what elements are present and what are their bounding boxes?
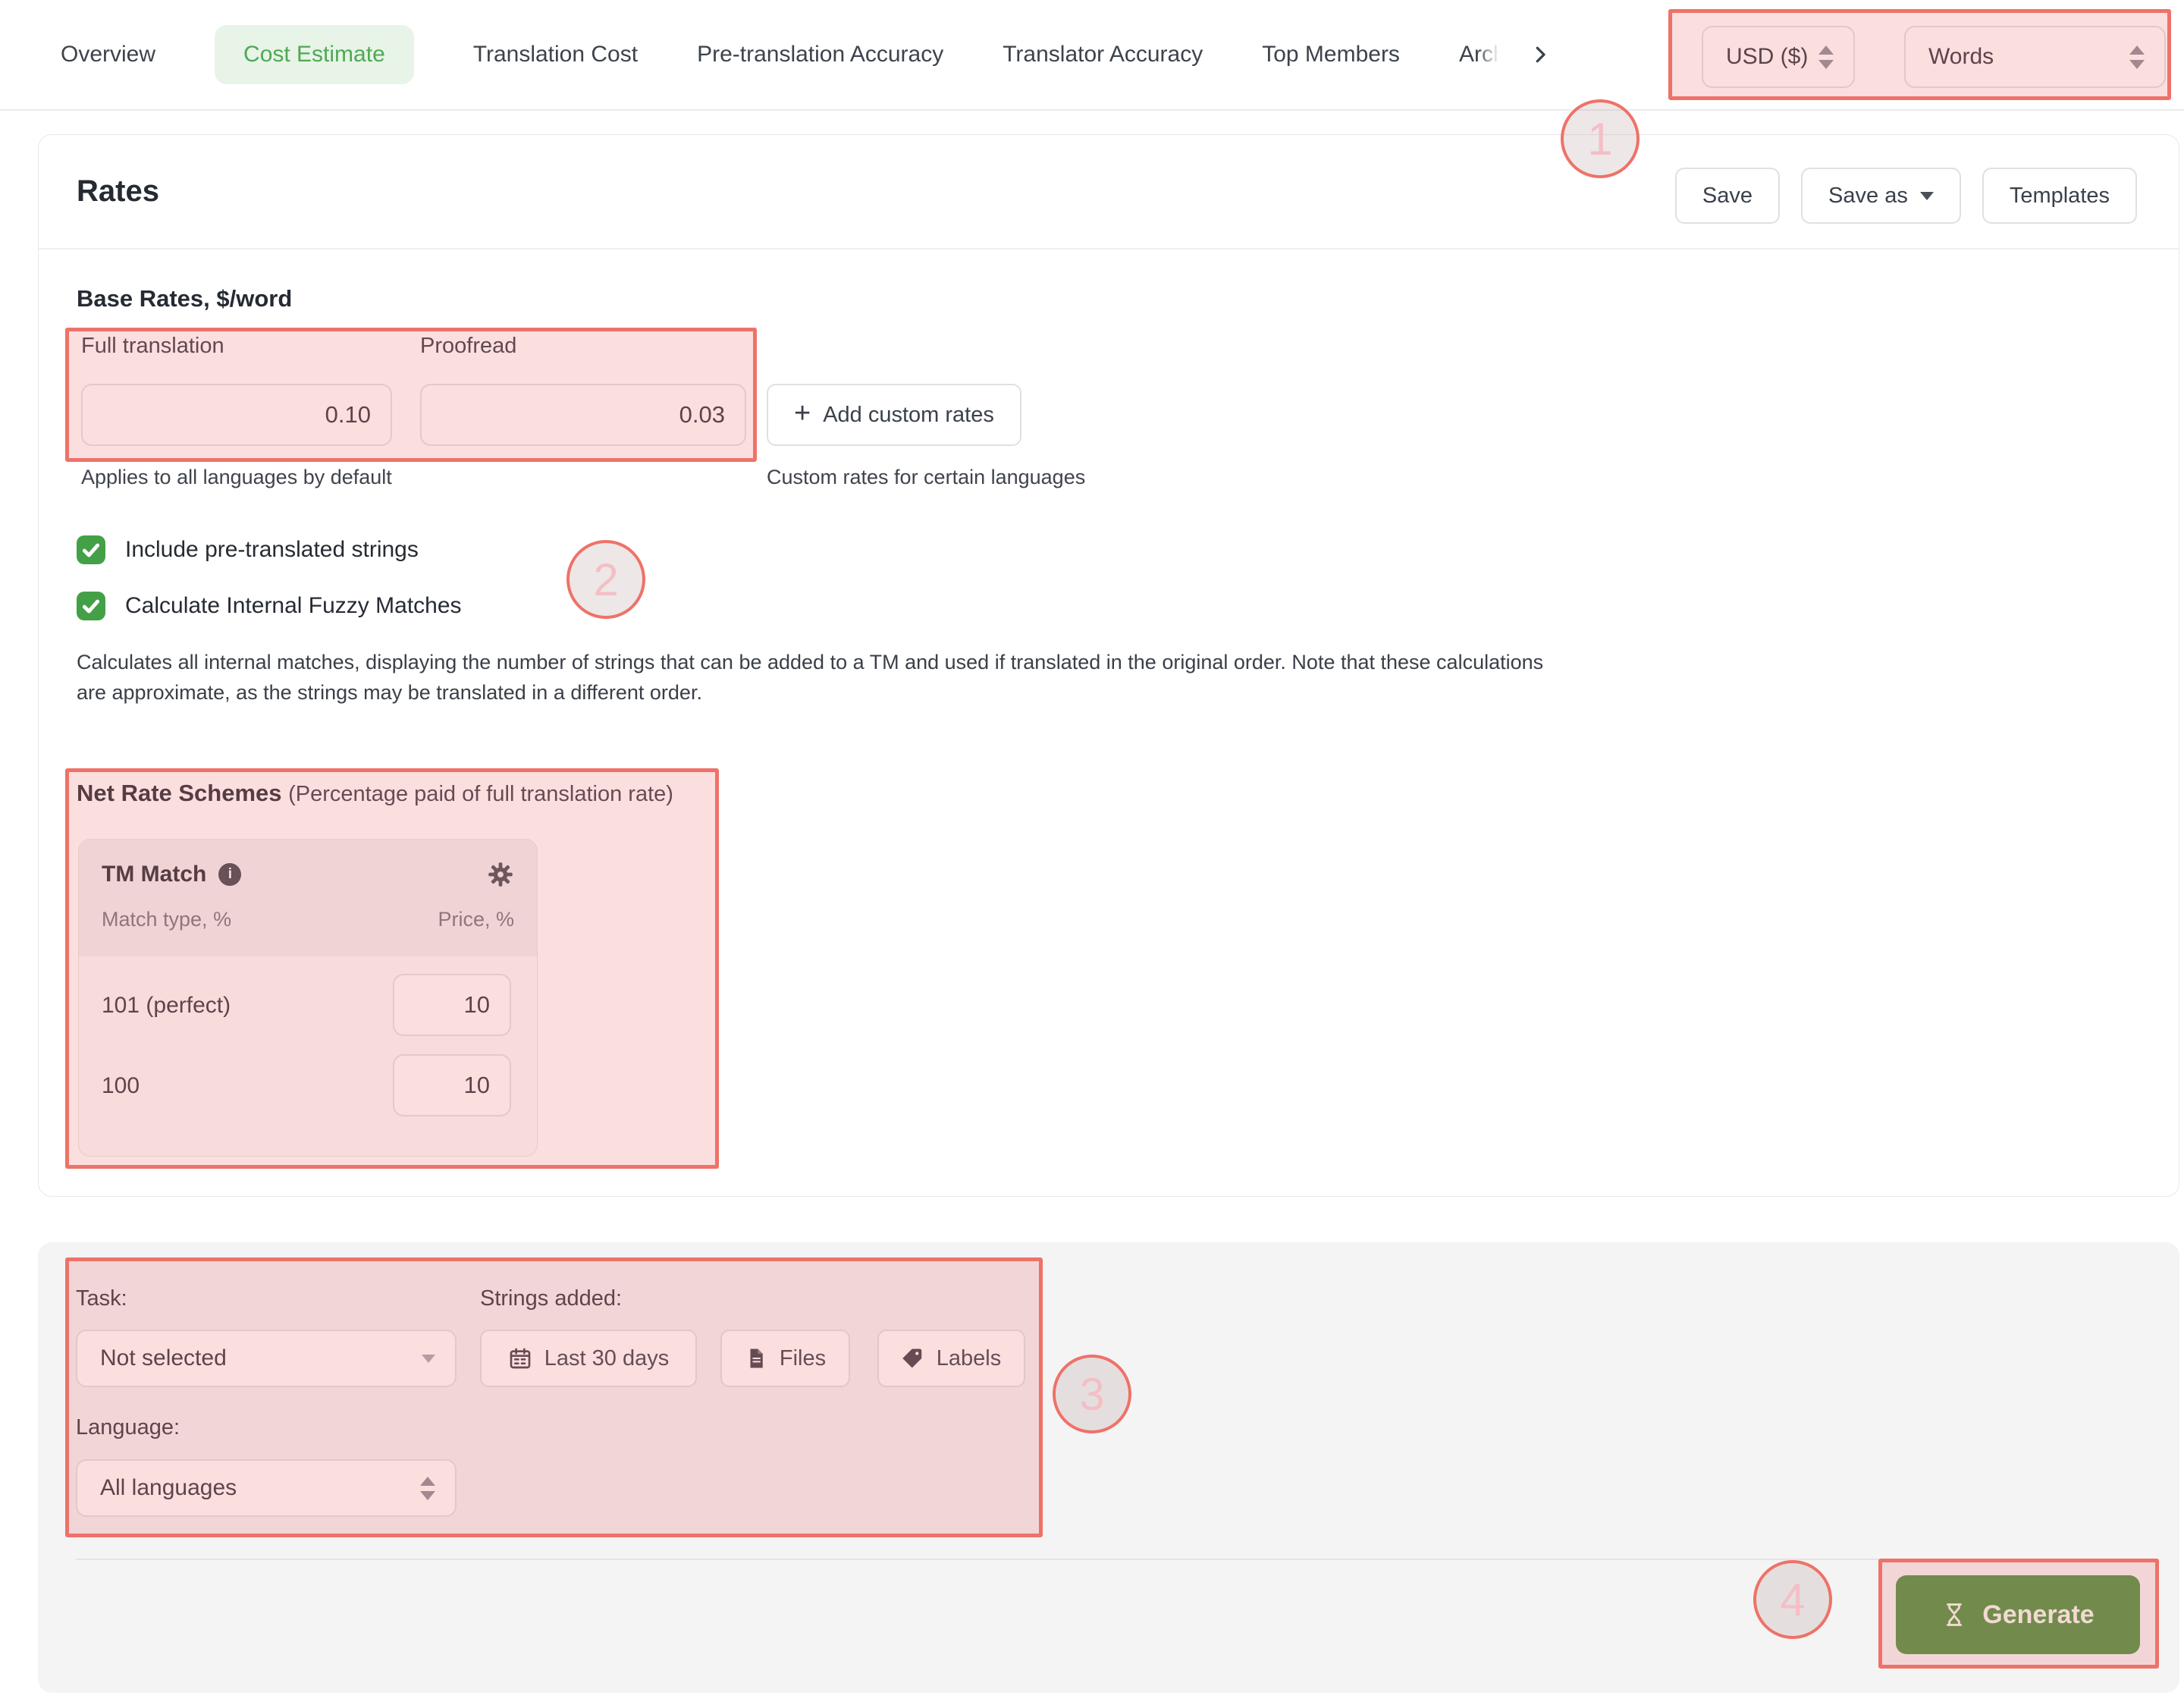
chevron-right-icon bbox=[1529, 43, 1552, 66]
fuzzy-matches-note: Calculates all internal matches, display… bbox=[77, 647, 1563, 708]
tab-pre-translation-accuracy[interactable]: Pre-translation Accuracy bbox=[697, 42, 943, 68]
tab-translation-cost[interactable]: Translation Cost bbox=[473, 42, 638, 68]
generate-button[interactable]: Generate bbox=[1896, 1575, 2140, 1654]
caret-down-icon bbox=[1920, 192, 1934, 200]
generate-button-label: Generate bbox=[1982, 1600, 2094, 1630]
files-filter-button[interactable]: Files bbox=[720, 1330, 850, 1387]
include-pretranslated-row: Include pre-translated strings bbox=[77, 535, 419, 564]
full-translation-label: Full translation bbox=[81, 334, 224, 359]
currency-select-value: USD ($) bbox=[1726, 44, 1808, 70]
gear-icon[interactable] bbox=[487, 861, 514, 888]
proofread-label: Proofread bbox=[420, 334, 516, 359]
tab-archive-clipped[interactable]: Archive bbox=[1459, 42, 1503, 68]
labels-filter-label: Labels bbox=[937, 1346, 1001, 1371]
cost-estimate-page: Overview Cost Estimate Translation Cost … bbox=[0, 0, 2184, 1708]
price-column-label: Price, % bbox=[438, 908, 514, 931]
task-select[interactable]: Not selected bbox=[76, 1330, 457, 1387]
date-range-filter-label: Last 30 days bbox=[544, 1346, 669, 1371]
tab-translator-accuracy[interactable]: Translator Accuracy bbox=[1003, 42, 1203, 68]
full-translation-input[interactable] bbox=[81, 384, 392, 446]
save-button[interactable]: Save bbox=[1675, 168, 1780, 224]
language-label: Language: bbox=[76, 1415, 180, 1440]
task-select-value: Not selected bbox=[100, 1345, 227, 1371]
reports-tab-bar: Overview Cost Estimate Translation Cost … bbox=[0, 0, 2184, 111]
files-filter-label: Files bbox=[780, 1346, 826, 1371]
caret-down-icon bbox=[422, 1355, 435, 1363]
card-header-divider bbox=[39, 248, 2179, 250]
checkmark-icon bbox=[81, 596, 101, 616]
tab-top-members[interactable]: Top Members bbox=[1262, 42, 1400, 68]
hourglass-icon bbox=[1941, 1602, 1967, 1628]
tm-match-title: TM Match bbox=[102, 862, 206, 887]
calculate-fuzzy-checkbox[interactable] bbox=[77, 592, 105, 620]
info-icon[interactable]: i bbox=[218, 863, 241, 886]
tm-match-card: TM Match i bbox=[78, 839, 538, 1157]
base-rates-heading: Base Rates, $/word bbox=[77, 285, 292, 312]
updown-arrows-icon bbox=[420, 1477, 435, 1500]
custom-rates-help-text: Custom rates for certain languages bbox=[767, 466, 1085, 489]
unit-select-value: Words bbox=[1928, 44, 1994, 70]
tm-match-header: TM Match i bbox=[79, 840, 537, 956]
labels-filter-button[interactable]: Labels bbox=[877, 1330, 1025, 1387]
include-pretranslated-checkbox[interactable] bbox=[77, 535, 105, 564]
task-label: Task: bbox=[76, 1286, 127, 1311]
templates-button[interactable]: Templates bbox=[1982, 168, 2137, 224]
tm-row-101-label: 101 (perfect) bbox=[102, 993, 231, 1019]
net-rate-schemes-subtitle: (Percentage paid of full translation rat… bbox=[288, 782, 673, 806]
language-select-value: All languages bbox=[100, 1475, 237, 1501]
add-custom-rates-label: Add custom rates bbox=[823, 403, 994, 428]
proofread-input[interactable] bbox=[420, 384, 746, 446]
net-rate-schemes-heading: Net Rate Schemes (Percentage paid of ful… bbox=[77, 780, 673, 807]
calendar-icon bbox=[508, 1346, 532, 1370]
tm-row-101-input[interactable] bbox=[393, 974, 511, 1036]
plus-icon: + bbox=[794, 399, 811, 428]
include-pretranslated-label: Include pre-translated strings bbox=[125, 537, 419, 563]
checkmark-icon bbox=[81, 540, 101, 560]
tabs-overflow-button[interactable] bbox=[1529, 43, 1552, 66]
rates-card: Rates Save Save as Templates Base Rates,… bbox=[38, 134, 2179, 1197]
language-select[interactable]: All languages bbox=[76, 1459, 457, 1517]
report-generator-panel: Task: Not selected Strings added: Last 3… bbox=[38, 1242, 2179, 1693]
date-range-filter-button[interactable]: Last 30 days bbox=[480, 1330, 697, 1387]
rates-card-title: Rates bbox=[77, 174, 159, 209]
tab-overview[interactable]: Overview bbox=[61, 42, 155, 68]
updown-arrows-icon bbox=[2129, 46, 2145, 69]
rates-card-actions: Save Save as Templates bbox=[1675, 168, 2137, 224]
tm-row-100-input[interactable] bbox=[393, 1054, 511, 1116]
save-as-button[interactable]: Save as bbox=[1801, 168, 1961, 224]
save-as-button-label: Save as bbox=[1828, 184, 1908, 209]
templates-button-label: Templates bbox=[2010, 184, 2110, 209]
unit-select[interactable]: Words bbox=[1904, 26, 2166, 88]
net-rate-schemes-title: Net Rate Schemes bbox=[77, 780, 282, 806]
tag-icon bbox=[902, 1347, 924, 1370]
match-type-column-label: Match type, % bbox=[102, 908, 231, 931]
tm-row-100-label: 100 bbox=[102, 1073, 140, 1099]
strings-added-label: Strings added: bbox=[480, 1286, 622, 1311]
file-icon bbox=[745, 1347, 767, 1370]
calculate-fuzzy-label: Calculate Internal Fuzzy Matches bbox=[125, 593, 462, 619]
updown-arrows-icon bbox=[1818, 46, 1834, 69]
panel-divider bbox=[76, 1559, 2143, 1560]
add-custom-rates-button[interactable]: + Add custom rates bbox=[767, 384, 1021, 446]
currency-select[interactable]: USD ($) bbox=[1702, 26, 1855, 88]
calculate-fuzzy-row: Calculate Internal Fuzzy Matches bbox=[77, 592, 462, 620]
base-rates-help-text: Applies to all languages by default bbox=[81, 466, 392, 489]
save-button-label: Save bbox=[1702, 184, 1753, 209]
tab-cost-estimate[interactable]: Cost Estimate bbox=[215, 25, 414, 84]
